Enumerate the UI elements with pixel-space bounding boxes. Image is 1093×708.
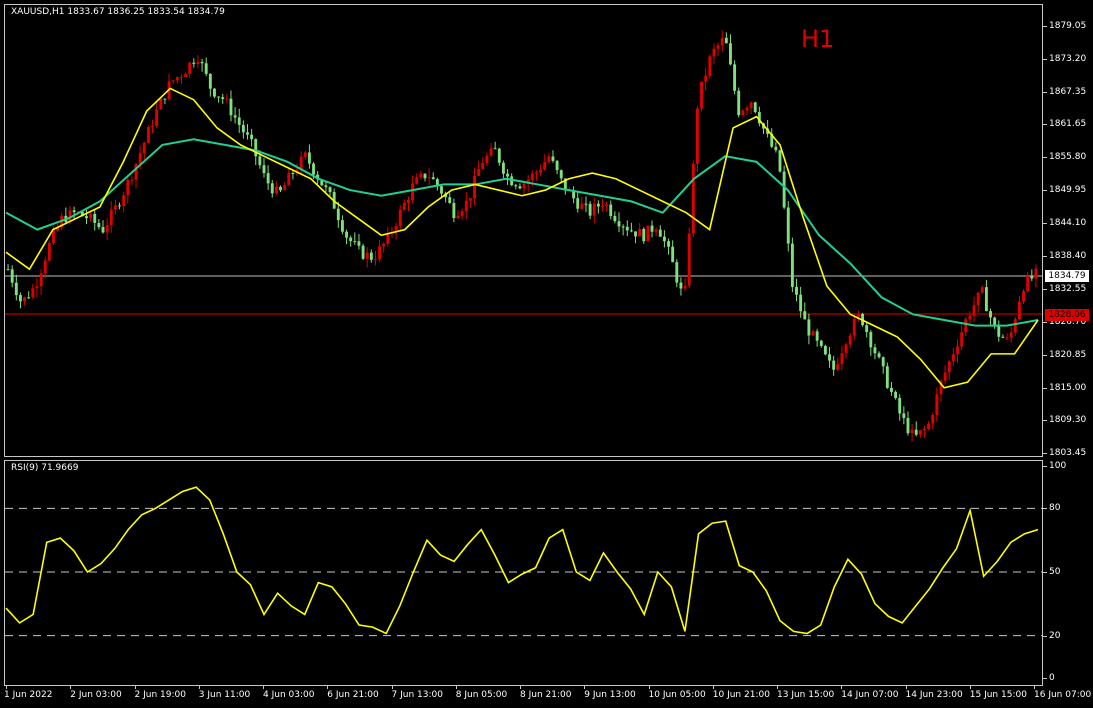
time-tick-label: 2 Jun 03:00	[70, 690, 122, 700]
price-tick-mark	[1043, 92, 1047, 94]
time-tick-mark	[455, 686, 457, 689]
price-tick-label: 1867.35	[1049, 87, 1087, 98]
time-tick-mark	[520, 686, 521, 689]
price-tick-mark	[1043, 354, 1047, 356]
time-tick-mark	[134, 686, 136, 689]
time-tick-label: 4 Jun 03:00	[263, 690, 315, 700]
time-tick-label: 15 Jun 15:00	[969, 690, 1027, 700]
price-tick-label: 1879.05	[1049, 21, 1087, 31]
price-tick-mark	[1043, 223, 1047, 225]
time-tick-mark	[712, 686, 714, 689]
price-tick-label: 1832.55	[1049, 283, 1087, 294]
time-tick-label: 2 Jun 19:00	[134, 690, 186, 700]
rsi-axis[interactable]: 0 20 50 80 100	[1043, 460, 1093, 686]
price-tick-mark	[1043, 124, 1047, 126]
time-tick-mark	[1034, 686, 1035, 689]
rsi-tick-label: 100	[1049, 461, 1067, 471]
time-tick-label: 7 Jun 13:00	[391, 690, 443, 700]
time-tick-label: 14 Jun 23:00	[905, 690, 963, 700]
time-tick-mark	[584, 686, 586, 689]
time-tick-label: 16 Jun 07:00	[1034, 690, 1092, 700]
time-tick-mark	[263, 686, 264, 689]
rsi-tick-mark	[1043, 635, 1047, 637]
time-tick-mark	[198, 686, 200, 689]
time-tick-label: 1 Jun 2022	[4, 690, 53, 700]
time-tick-label: 10 Jun 21:00	[712, 690, 770, 700]
current-price-label: 1834.79	[1045, 270, 1089, 282]
price-tick-mark	[1043, 321, 1047, 323]
rsi-tick-mark	[1043, 508, 1047, 510]
price-tick-mark	[1043, 453, 1047, 454]
price-tick-mark	[1043, 157, 1047, 159]
time-tick-label: 9 Jun 13:00	[584, 690, 636, 700]
price-tick-label: 1809.30	[1049, 414, 1087, 425]
time-tick-label: 10 Jun 05:00	[648, 690, 706, 700]
rsi-tick-label: 50	[1049, 567, 1061, 577]
time-tick-mark	[905, 686, 907, 689]
price-tick-mark	[1043, 387, 1047, 389]
rsi-tick-label: 80	[1049, 503, 1061, 514]
rsi-tick-mark	[1043, 466, 1047, 467]
price-tick-mark	[1043, 59, 1047, 61]
rsi-tick-label: 0	[1049, 673, 1055, 683]
rsi-line	[5, 486, 1039, 635]
price-axis[interactable]: 1879.05 1873.20 1867.35 1861.65 1855.80 1849.…	[1043, 0, 1093, 460]
price-tick-mark	[1043, 26, 1047, 27]
price-tick-label: 1849.95	[1049, 185, 1087, 196]
time-tick-mark	[70, 686, 72, 689]
price-tick-mark	[1043, 288, 1047, 290]
time-tick-mark	[327, 686, 329, 689]
time-tick-mark	[648, 686, 650, 689]
time-tick-label: 6 Jun 21:00	[327, 690, 379, 700]
price-tick-label: 1844.10	[1049, 218, 1087, 229]
price-tick-mark	[1043, 419, 1047, 421]
time-tick-label: 13 Jun 15:00	[777, 690, 835, 700]
price-tick-label: 1820.85	[1049, 349, 1087, 360]
price-tick-label: 1803.45	[1049, 448, 1087, 458]
rsi-tick-mark	[1043, 678, 1047, 679]
rsi-chart-svg	[5, 486, 1042, 637]
time-tick-mark	[6, 686, 7, 689]
rsi-tick-mark	[1043, 572, 1047, 573]
time-tick-mark	[391, 686, 393, 689]
time-tick-mark	[777, 686, 778, 689]
price-tick-mark	[1043, 255, 1047, 257]
level-price-label: 1828.06	[1045, 309, 1089, 321]
time-tick-label: 14 Jun 07:00	[841, 690, 899, 700]
price-tick-label: 1861.65	[1049, 119, 1087, 130]
price-tick-label: 1855.80	[1049, 152, 1087, 163]
price-tick-mark	[1043, 190, 1047, 192]
time-tick-label: 8 Jun 21:00	[520, 690, 572, 700]
price-tick-label: 1815.00	[1049, 382, 1087, 393]
time-tick-label: 3 Jun 11:00	[198, 690, 251, 700]
time-tick-label: 8 Jun 05:00	[455, 690, 508, 700]
time-tick-mark	[841, 686, 843, 689]
rsi-tick-label: 20	[1049, 630, 1061, 641]
time-tick-mark	[969, 686, 971, 689]
price-tick-label: 1838.40	[1049, 250, 1087, 261]
price-tick-label: 1873.20	[1049, 54, 1087, 65]
time-axis[interactable]: 1 Jun 2022 2 Jun 03:00 2 Jun 19:00 3 Jun 11…	[0, 686, 1093, 708]
